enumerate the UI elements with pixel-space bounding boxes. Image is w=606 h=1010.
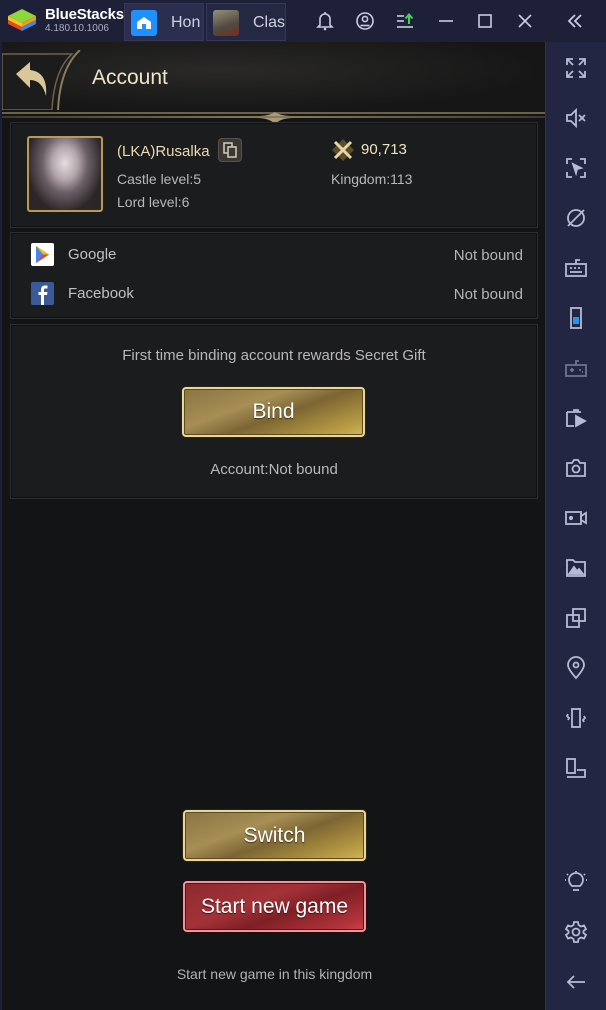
- bell-icon[interactable]: [314, 10, 336, 32]
- tab-game[interactable]: Clas: [206, 3, 286, 41]
- rotate-icon[interactable]: [563, 755, 589, 781]
- page-title: Account: [92, 66, 168, 89]
- app-brand: BlueStacks: [45, 6, 124, 23]
- reward-panel: First time binding account rewards Secre…: [10, 324, 538, 499]
- copy-name-button[interactable]: [218, 138, 242, 162]
- gallery-icon[interactable]: [563, 555, 589, 581]
- location-icon[interactable]: [563, 655, 589, 681]
- bluestacks-logo-icon: [8, 9, 36, 31]
- new-game-hint: Start new game in this kingdom: [176, 966, 373, 982]
- bind-button[interactable]: Bind: [182, 387, 365, 437]
- tab-game-label: Clas: [253, 14, 285, 31]
- avatar[interactable]: [27, 136, 103, 212]
- phone-icon[interactable]: [563, 305, 589, 331]
- account-header: Account: [1, 42, 547, 124]
- collapse-sidebar-icon[interactable]: [564, 10, 586, 32]
- mute-icon[interactable]: [563, 105, 589, 131]
- profile-panel: (LKA)Rusalka Castle level:5 Lord level:6…: [10, 122, 538, 228]
- lord-level: Lord level:6: [117, 194, 190, 210]
- google-play-icon: [31, 243, 54, 266]
- minimize-icon[interactable]: [435, 10, 457, 32]
- game-thumbnail-icon: [213, 10, 239, 36]
- binding-name: Facebook: [68, 285, 134, 302]
- kingdom-number: Kingdom:113: [331, 171, 413, 187]
- power-swords-icon: [332, 139, 354, 161]
- reward-text: First time binding account rewards Secre…: [122, 347, 426, 364]
- gamepad-icon[interactable]: [563, 355, 589, 381]
- switch-button[interactable]: Switch: [183, 810, 366, 861]
- eco-mode-icon[interactable]: [563, 205, 589, 231]
- fullscreen-icon[interactable]: [563, 55, 589, 81]
- game-screen: Account (LKA)Rusalka Castle level:5 Lord…: [0, 42, 547, 1010]
- castle-level: Castle level:5: [117, 171, 202, 187]
- account-status: Account:Not bound: [210, 461, 338, 478]
- app-version: 4.180.10.1006: [45, 23, 109, 34]
- back-button[interactable]: [1, 49, 82, 111]
- bindings-panel: Google Not bound Facebook Not bound: [10, 232, 538, 319]
- maximize-icon[interactable]: [474, 10, 496, 32]
- back-arrow-icon: [1, 49, 81, 111]
- title-bar: BlueStacks 4.180.10.1006 Hon Clas: [0, 0, 606, 42]
- binding-row-google[interactable]: Google Not bound: [29, 241, 529, 269]
- update-icon[interactable]: [395, 10, 417, 32]
- home-icon: [131, 10, 157, 36]
- shake-icon[interactable]: [563, 705, 589, 731]
- tab-home[interactable]: Hon: [124, 3, 204, 41]
- tab-home-label: Hon: [171, 14, 201, 31]
- multi-instance-icon[interactable]: [563, 605, 589, 631]
- binding-name: Google: [68, 246, 117, 263]
- start-new-game-button[interactable]: Start new game: [183, 881, 366, 932]
- settings-icon[interactable]: [563, 919, 589, 945]
- account-icon[interactable]: [354, 10, 376, 32]
- screenshot-icon[interactable]: [563, 455, 589, 481]
- lightbulb-icon[interactable]: [563, 869, 589, 895]
- binding-status: Not bound: [453, 286, 523, 303]
- keyboard-icon[interactable]: [563, 255, 589, 281]
- back-icon[interactable]: [563, 969, 589, 995]
- player-name: (LKA)Rusalka: [117, 143, 210, 160]
- copy-icon: [223, 142, 237, 158]
- media-manager-icon[interactable]: [563, 405, 589, 431]
- pointer-lock-icon[interactable]: [563, 155, 589, 181]
- bluestacks-sidebar: [545, 42, 606, 1010]
- record-icon[interactable]: [563, 505, 589, 531]
- binding-row-facebook[interactable]: Facebook Not bound: [29, 280, 529, 308]
- close-icon[interactable]: [514, 10, 536, 32]
- bluestacks-window: BlueStacks 4.180.10.1006 Hon Clas Accoun…: [0, 0, 606, 1010]
- power-value: 90,713: [361, 141, 407, 158]
- facebook-icon: [31, 282, 54, 305]
- binding-status: Not bound: [453, 247, 523, 264]
